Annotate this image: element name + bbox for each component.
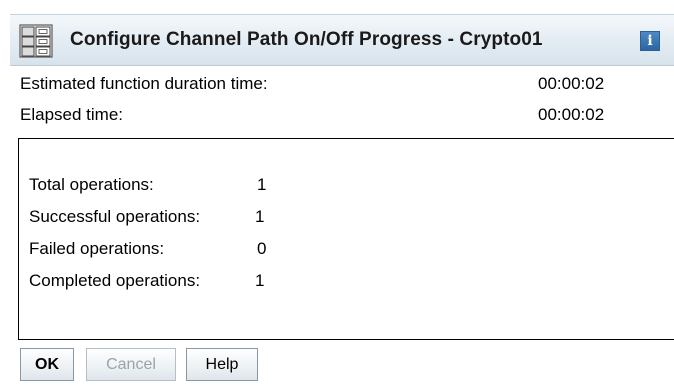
- estimated-duration-label: Estimated function duration time:: [20, 74, 268, 93]
- completed-operations-value: 1: [255, 271, 265, 290]
- estimated-duration-row: Estimated function duration time: 00:00:…: [20, 72, 660, 96]
- elapsed-time-row: Elapsed time: 00:00:02: [20, 103, 660, 127]
- cancel-button[interactable]: Cancel: [86, 348, 176, 381]
- completed-operations-label: Completed operations:: [29, 271, 201, 290]
- dialog-title: Configure Channel Path On/Off Progress -…: [70, 29, 543, 50]
- title-bar: Configure Channel Path On/Off Progress -…: [10, 14, 674, 66]
- total-operations-value: 1: [257, 175, 267, 194]
- successful-operations-label: Successful operations:: [29, 207, 201, 226]
- total-operations-label: Total operations:: [29, 175, 154, 194]
- failed-operations-value: 0: [257, 239, 267, 258]
- progress-dialog: Configure Channel Path On/Off Progress -…: [0, 0, 674, 387]
- ok-button[interactable]: OK: [20, 348, 74, 381]
- successful-operations-value: 1: [255, 207, 265, 226]
- operations-panel: Total operations: 1 Successful operation…: [18, 138, 674, 340]
- info-icon[interactable]: i: [640, 31, 660, 51]
- elapsed-time-value: 00:00:02: [538, 105, 605, 124]
- estimated-duration-value: 00:00:02: [538, 74, 605, 93]
- help-button[interactable]: Help: [186, 348, 258, 381]
- hardware-frames-icon: [19, 24, 53, 58]
- failed-operations-label: Failed operations:: [29, 239, 165, 258]
- elapsed-time-label: Elapsed time:: [20, 105, 123, 124]
